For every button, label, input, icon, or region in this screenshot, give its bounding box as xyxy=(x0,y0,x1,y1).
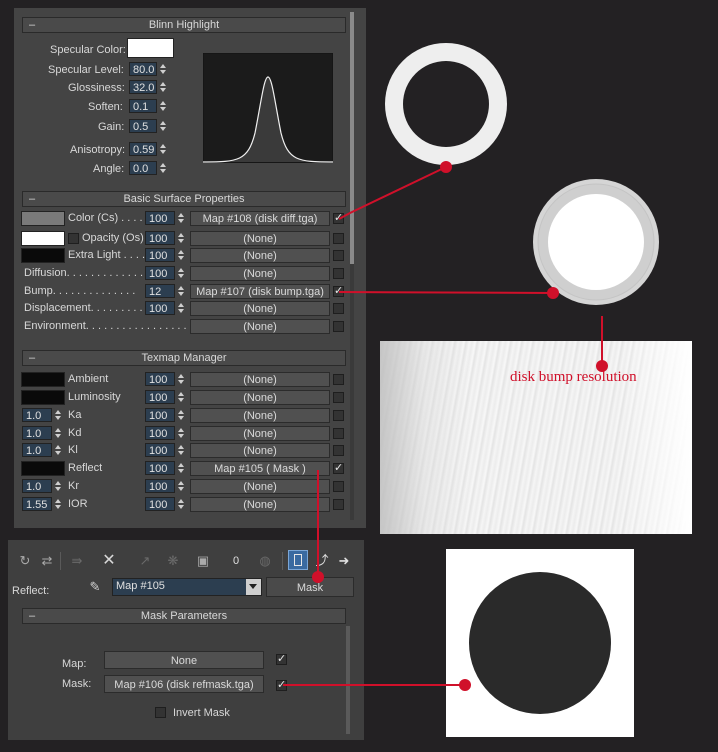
connector-dot-resolution xyxy=(596,360,608,372)
connector-dot-bump xyxy=(547,287,559,299)
connector-dot-refmask xyxy=(459,679,471,691)
connector-diffuse xyxy=(338,166,447,220)
connector-bump xyxy=(338,291,554,294)
annotation-connectors xyxy=(283,161,608,691)
connector-dot-mask-map xyxy=(312,571,324,583)
connector-dot-diffuse xyxy=(440,161,452,173)
